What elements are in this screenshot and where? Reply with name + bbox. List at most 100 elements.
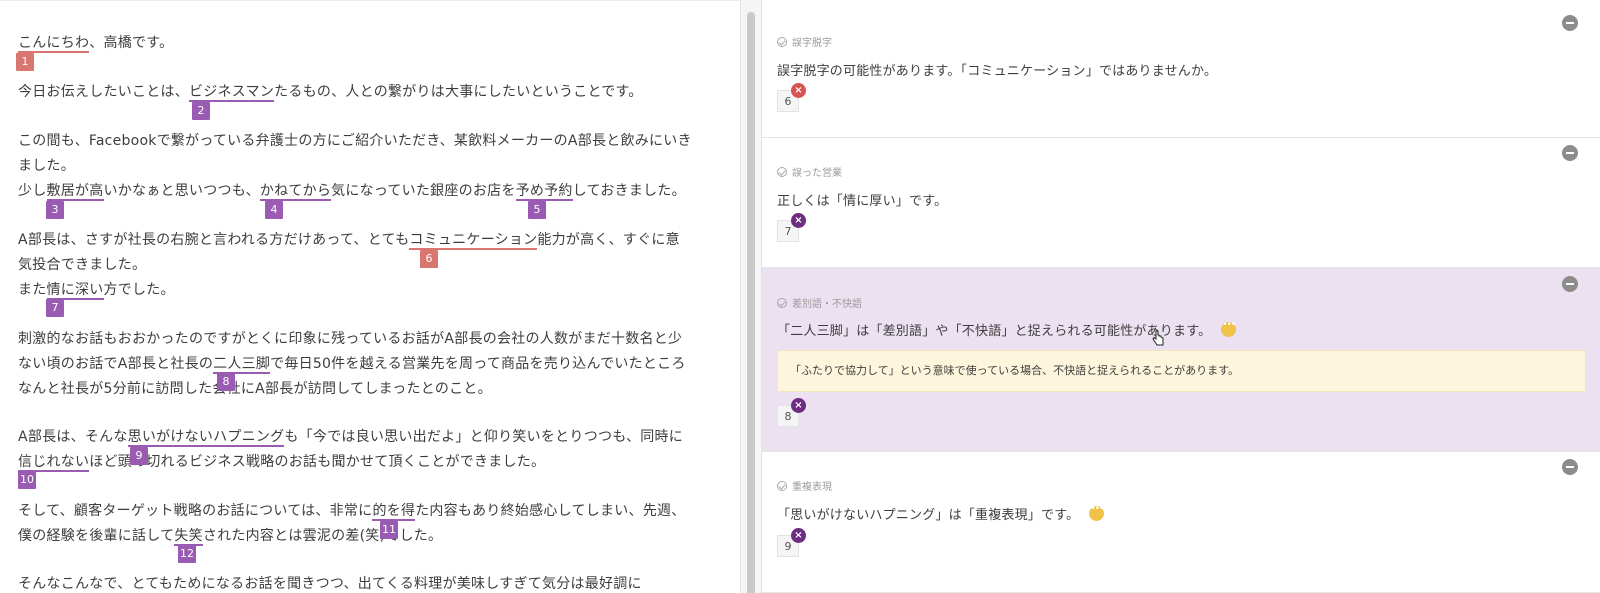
flagged-phrase[interactable]: 的を得 xyxy=(372,503,416,521)
check-circle-icon xyxy=(777,297,787,308)
flagged-phrase[interactable]: コミュニケーション xyxy=(409,232,538,250)
editor-scrollbar-thumb[interactable] xyxy=(747,12,755,593)
issue-marker[interactable]: 8 xyxy=(217,373,235,391)
text-segment: 気投合できました。 xyxy=(18,257,147,273)
text-segment: そして、顧客ターゲット戦略のお話については、非常に xyxy=(18,503,373,519)
text-segment: また xyxy=(18,282,47,298)
issue-category: 誤った営業 xyxy=(777,164,842,179)
text-line[interactable]: ました。 xyxy=(18,156,75,176)
issue-marker[interactable]: 5 xyxy=(528,201,546,219)
flagged-phrase[interactable]: ビジネスマン xyxy=(189,84,275,102)
flagged-phrase[interactable]: 思いがけないハプニング xyxy=(127,429,285,447)
flagged-phrase[interactable]: かねてから xyxy=(259,183,332,201)
text-segment: A部長は、さすが社長の右腕と言われる方だけあって、とても xyxy=(18,232,410,248)
issue-category-label: 誤った営業 xyxy=(792,168,842,179)
text-line[interactable]: 刺激的なお話もおおかったのですがとくに印象に残っているお話がA部長の会社の人数が… xyxy=(18,329,682,349)
issue-category-label: 重複表現 xyxy=(792,482,832,493)
text-line[interactable]: そして、顧客ターゲット戦略のお話については、非常に的を得た内容もあり終始感心して… xyxy=(18,501,686,521)
issue-marker[interactable]: 11 xyxy=(380,521,398,539)
issue-category: 重複表現 xyxy=(777,478,832,493)
text-segment: 僕の経験を後輩に話して xyxy=(18,528,175,544)
text-segment: た内容もあり終始感心してしまい、先週、 xyxy=(415,503,686,519)
issue-category: 差別語・不快語 xyxy=(777,295,862,310)
text-line[interactable]: A部長は、さすが社長の右腕と言われる方だけあって、とてもコミュニケーション能力が… xyxy=(18,230,680,250)
text-segment: 気になっていた銀座のお店を xyxy=(331,183,516,199)
flagged-phrase[interactable]: 二人三脚 xyxy=(213,356,271,374)
text-line[interactable]: こんにちわ、高橋です。 xyxy=(18,33,173,53)
text-line[interactable]: A部長は、そんな思いがけないハプニングも「今では良い思い出だよ」と仰り笑いをとり… xyxy=(18,427,683,447)
issue-marker[interactable]: 6 xyxy=(420,250,438,268)
issue-category-label: 差別語・不快語 xyxy=(792,299,862,310)
flagged-phrase[interactable]: 信じれない xyxy=(18,454,90,472)
minus-circle-icon[interactable] xyxy=(1562,276,1578,292)
issue-marker[interactable]: 10 xyxy=(18,471,36,489)
text-segment: 能力が高く、すぐに意 xyxy=(537,232,680,248)
more-dots-icon[interactable] xyxy=(1221,320,1237,337)
text-segment: しておきました。 xyxy=(572,183,686,199)
issue-marker[interactable]: 9 xyxy=(130,447,148,465)
text-segment: 、高橋です。 xyxy=(89,35,174,51)
text-segment: も「今では良い思い出だよ」と仰り笑いをとりつつも、同時に xyxy=(284,429,684,445)
text-line[interactable]: 気投合できました。 xyxy=(18,255,146,275)
issue-marker[interactable]: 4 xyxy=(265,201,283,219)
text-line[interactable]: この間も、Facebookで繋がっている弁護士の方にご紹介いただき、某飲料メーカ… xyxy=(18,131,692,151)
flagged-phrase[interactable]: 予め予約 xyxy=(515,183,573,201)
more-dots-icon[interactable] xyxy=(1089,504,1105,521)
text-segment: ました。 xyxy=(18,158,75,174)
issue-category-label: 誤字脱字 xyxy=(792,38,832,49)
document-editor[interactable]: こんにちわ、高橋です。今日お伝えしたいことは、ビジネスマンたるもの、人との繋がり… xyxy=(0,0,740,593)
text-line[interactable]: そんなこんなで、とてもためになるお話を聞きつつ、出てくる料理が美味しすぎて気分は… xyxy=(18,574,642,593)
issue-card[interactable]: 誤字脱字 誤字脱字の可能性があります。「コミュニケーション」ではありませんか。 6 × xyxy=(762,8,1600,138)
text-line[interactable]: 僕の経験を後輩に話して失笑された内容とは雲泥の差(笑)でした。 xyxy=(18,526,442,546)
check-circle-icon xyxy=(777,166,787,177)
text-segment: いかなぁと思いつつも、 xyxy=(103,183,260,199)
text-segment: たるもの、人との繋がりは大事にしたいということです。 xyxy=(274,84,643,100)
text-segment: 刺激的なお話もおおかったのですがとくに印象に残っているお話がA部長の会社の人数が… xyxy=(18,331,683,347)
issue-message-text: 「思いがけないハプニング」は「重複表現」です。 xyxy=(777,508,1080,523)
text-segment: ない頃のお話でA部長と社長の xyxy=(18,356,214,372)
issue-message-text: 正しくは「情に厚い」です。 xyxy=(777,194,948,209)
issue-marker[interactable]: 1 xyxy=(16,53,34,71)
close-circle-icon[interactable]: × xyxy=(791,83,806,98)
editor-scrollbar[interactable] xyxy=(740,0,762,593)
text-line[interactable]: また情に深い方でした。 xyxy=(18,280,175,300)
issue-message: 「思いがけないハプニング」は「重複表現」です。 xyxy=(777,504,1105,523)
issue-card[interactable]: 差別語・不快語「二人三脚」は「差別語」や「不快語」と捉えられる可能性があります。… xyxy=(762,268,1600,452)
flagged-phrase[interactable]: 敷居が高 xyxy=(46,183,104,201)
text-segment: 方でした。 xyxy=(103,282,175,298)
minus-circle-icon[interactable] xyxy=(1562,15,1578,31)
close-circle-icon[interactable]: × xyxy=(791,213,806,228)
text-segment: された内容とは雲泥の差(笑)でした。 xyxy=(202,528,443,544)
flagged-phrase[interactable]: 失笑 xyxy=(174,528,203,546)
text-line[interactable]: ない頃のお話でA部長と社長の二人三脚で毎日50件を越える営業先を周って商品を売り… xyxy=(18,354,686,374)
text-line[interactable]: なんと社長が5分前に訪問した会社にA部長が訪問してしまったとのこと。 xyxy=(18,379,492,399)
minus-circle-icon[interactable] xyxy=(1562,145,1578,161)
text-segment: なんと社長が5分前に訪問した会社にA部長が訪問してしまったとのこと。 xyxy=(18,381,492,397)
flagged-phrase[interactable]: 情に深い xyxy=(46,282,104,300)
issue-card[interactable]: 重複表現「思いがけないハプニング」は「重複表現」です。9× xyxy=(762,452,1600,593)
text-segment: で毎日50件を越える営業先を周って商品を売り込んでいたところ xyxy=(270,356,686,372)
issue-marker[interactable]: 2 xyxy=(192,102,210,120)
text-line[interactable]: 少し敷居が高いかなぁと思いつつも、かねてから気になっていた銀座のお店を予め予約し… xyxy=(18,181,686,201)
issue-marker[interactable]: 3 xyxy=(46,201,64,219)
text-segment: 少し xyxy=(18,183,47,199)
issue-card[interactable]: 誤った営業 正しくは「情に厚い」です。 7 × xyxy=(762,138,1600,268)
issue-marker[interactable]: 12 xyxy=(178,545,196,563)
issue-message: 誤字脱字の可能性があります。「コミュニケーション」ではありませんか。 xyxy=(777,60,1217,79)
close-circle-icon[interactable]: × xyxy=(791,398,806,413)
text-segment: A部長は、そんな xyxy=(18,429,128,445)
issues-panel: 誤字脱字 誤字脱字の可能性があります。「コミュニケーション」ではありませんか。 6 ×… xyxy=(762,0,1600,593)
issue-message: 正しくは「情に厚い」です。 xyxy=(777,190,947,209)
check-circle-icon xyxy=(777,480,787,491)
text-line[interactable]: 信じれないほど頭の切れるビジネス戦略のお話も聞かせて頂くことができました。 xyxy=(18,452,545,472)
text-segment: この間も、Facebookで繋がっている弁護士の方にご紹介いただき、某飲料メーカ… xyxy=(18,133,692,149)
issue-note: 「ふたりで協力して」という意味で使っている場合、不快語と捉えられることがあります… xyxy=(777,350,1586,392)
issue-marker[interactable]: 7 xyxy=(46,299,64,317)
close-circle-icon[interactable]: × xyxy=(791,528,806,543)
issue-message: 「二人三脚」は「差別語」や「不快語」と捉えられる可能性があります。 xyxy=(777,320,1237,339)
text-line[interactable]: 今日お伝えしたいことは、ビジネスマンたるもの、人との繋がりは大事にしたいというこ… xyxy=(18,82,643,102)
minus-circle-icon[interactable] xyxy=(1562,459,1578,475)
flagged-phrase[interactable]: こんにちわ xyxy=(18,35,90,53)
check-circle-icon xyxy=(777,36,787,47)
issue-message-text: 誤字脱字の可能性があります。「コミュニケーション」ではありませんか。 xyxy=(777,64,1218,79)
